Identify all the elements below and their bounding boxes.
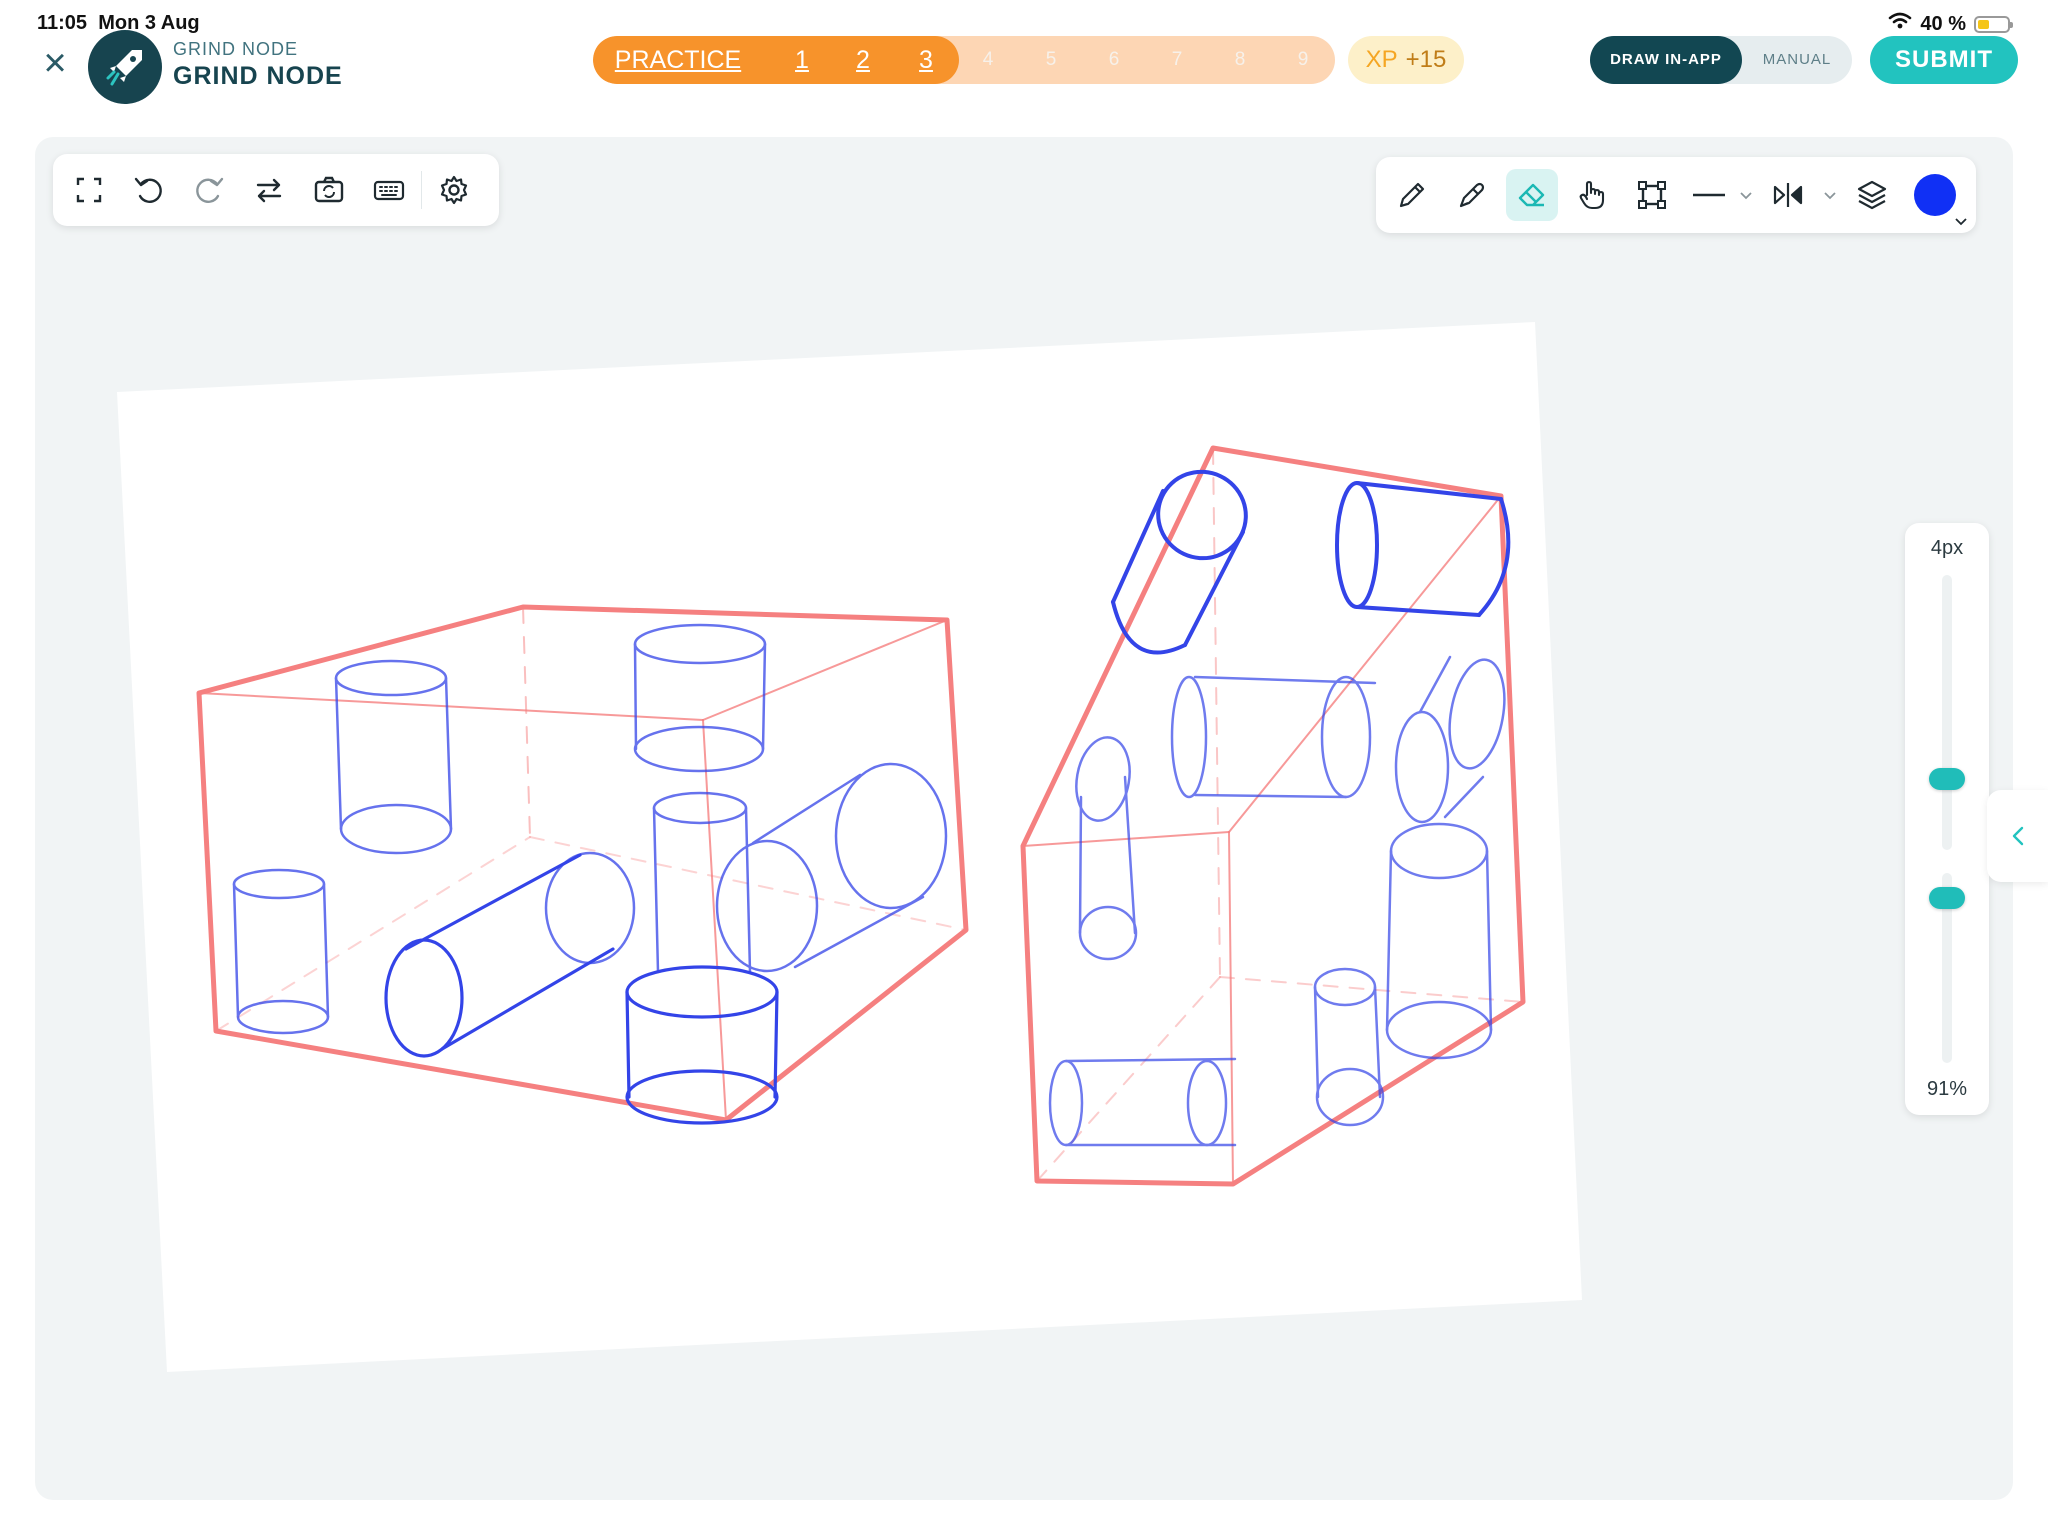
undo-icon[interactable]	[123, 164, 175, 216]
progress-step-4[interactable]: 4	[973, 36, 1003, 84]
workspace: 4px 91%	[35, 137, 2013, 1500]
lesson-progress: PRACTICE 1 2 3 4 5 6 7 8 9	[593, 36, 1335, 84]
toolbar-right	[1376, 157, 1976, 233]
transform-icon[interactable]	[1626, 169, 1678, 221]
progress-step-7[interactable]: 7	[1162, 36, 1192, 84]
logo-icon	[88, 30, 162, 104]
pencil-icon[interactable]	[1386, 169, 1438, 221]
wifi-icon	[1888, 12, 1912, 36]
redo-icon[interactable]	[183, 164, 235, 216]
fullscreen-icon[interactable]	[63, 164, 115, 216]
hand-icon[interactable]	[1566, 169, 1618, 221]
opacity-value: 91%	[1926, 1078, 1968, 1100]
progress-step-8[interactable]: 8	[1225, 36, 1255, 84]
eraser-icon[interactable]	[1506, 169, 1558, 221]
battery-icon	[1974, 15, 2013, 33]
battery-fill	[1978, 19, 1989, 29]
line-style-chevron-down-icon[interactable]	[1738, 190, 1754, 200]
pen-icon[interactable]	[1446, 169, 1498, 221]
manual-button[interactable]: MANUAL	[1742, 36, 1852, 84]
progress-step-6[interactable]: 6	[1099, 36, 1129, 84]
layers-icon[interactable]	[1846, 169, 1898, 221]
opacity-slider-handle[interactable]	[1929, 887, 1965, 909]
progress-step-5[interactable]: 5	[1036, 36, 1066, 84]
toolbar-divider	[421, 171, 422, 209]
draw-mode-toggle: DRAW IN-APP MANUAL	[1590, 36, 1852, 84]
paper-sheet	[117, 322, 1582, 1372]
status-right: 40 %	[1888, 12, 2013, 36]
drawing-canvas[interactable]	[35, 137, 2013, 1500]
close-icon[interactable]: ×	[38, 43, 72, 83]
brush-settings-panel: 4px 91%	[1905, 523, 1989, 1115]
brand-title: GRIND NODE	[173, 62, 343, 90]
toolbar-left	[53, 154, 499, 226]
progress-label[interactable]: PRACTICE	[593, 36, 763, 84]
xp-value: +15	[1405, 46, 1447, 73]
camera-rotate-icon[interactable]	[303, 164, 355, 216]
progress-step-3[interactable]: 3	[911, 36, 941, 84]
color-chevron-down-icon	[1955, 218, 1967, 226]
progress-step-1[interactable]: 1	[787, 36, 817, 84]
line-style-icon[interactable]	[1686, 169, 1730, 221]
brush-size-slider-handle[interactable]	[1929, 768, 1965, 790]
brush-size-slider-track[interactable]	[1942, 575, 1952, 850]
draw-in-app-button[interactable]: DRAW IN-APP	[1590, 36, 1742, 84]
progress-step-2[interactable]: 2	[848, 36, 878, 84]
settings-icon[interactable]	[428, 164, 480, 216]
mirror-chevron-down-icon[interactable]	[1822, 190, 1838, 200]
keyboard-icon[interactable]	[363, 164, 415, 216]
xp-badge: XP +15	[1348, 36, 1464, 84]
brand-subtitle: GRIND NODE	[173, 39, 299, 59]
panel-collapse-tab[interactable]	[1987, 790, 2048, 882]
color-picker-swatch[interactable]	[1914, 174, 1967, 226]
progress-step-9[interactable]: 9	[1288, 36, 1318, 84]
mirror-icon[interactable]	[1762, 169, 1814, 221]
status-time-text: 11:05	[37, 12, 88, 34]
brush-size-value: 4px	[1930, 537, 1964, 559]
xp-label: XP	[1365, 46, 1398, 73]
chevron-left-icon	[2012, 826, 2023, 846]
submit-button[interactable]: SUBMIT	[1870, 36, 2018, 84]
battery-percent: 40 %	[1920, 12, 1966, 35]
swap-icon[interactable]	[243, 164, 295, 216]
